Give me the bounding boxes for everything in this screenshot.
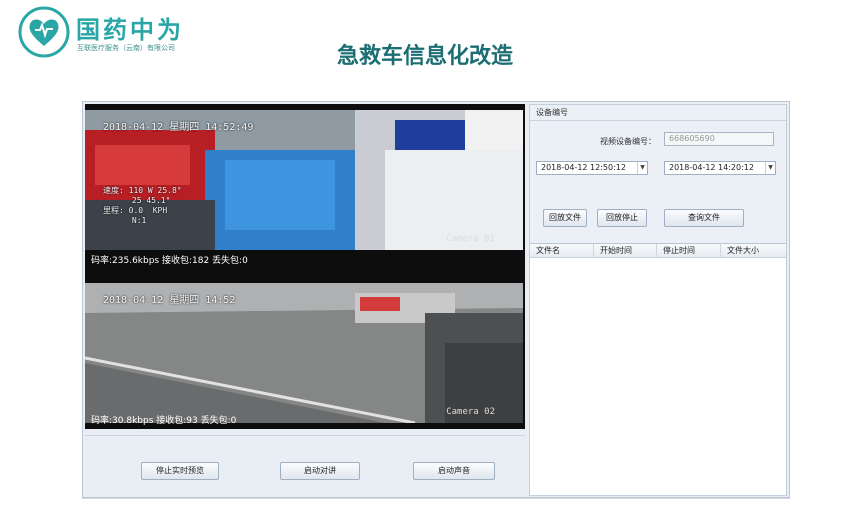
page-title: 急救车信息化改造 xyxy=(336,44,513,69)
file-table-header: 文件名 开始时间 停止时间 文件大小 xyxy=(530,244,786,258)
start-sound-button[interactable]: 启动声音 xyxy=(413,462,495,480)
playback-stop-button[interactable]: 回放停止 xyxy=(597,209,647,227)
camera-1-stats: 码率:235.6kbps 接收包:182 丢失包:0 xyxy=(91,256,248,266)
camera-1-feed[interactable]: 2018-04-12 星期四 14:52:49 速度: 110 W 25.8° … xyxy=(85,110,523,250)
camera-1-label: Camera 01 xyxy=(446,234,495,244)
file-table[interactable]: 文件名 开始时间 停止时间 文件大小 xyxy=(530,243,786,495)
start-time-value: 2018-04-12 12:50:12 xyxy=(541,163,626,172)
camera-2-stats: 码率:30.8kbps 接收包:93 丢失包:0 xyxy=(91,416,237,426)
end-time-value: 2018-04-12 14:20:12 xyxy=(669,163,754,172)
camera-1-timestamp: 2018-04-12 星期四 14:52:49 xyxy=(103,122,254,133)
camera-2-timestamp: 2018-04-12 星期四 14:52 xyxy=(103,295,236,306)
end-time-picker[interactable]: 2018-04-12 14:20:12 ▼ xyxy=(664,161,776,175)
stop-preview-button[interactable]: 停止实时预览 xyxy=(141,462,219,480)
query-files-button[interactable]: 查询文件 xyxy=(664,209,744,227)
video-area: 2018-04-12 星期四 14:52:49 速度: 110 W 25.8° … xyxy=(85,104,525,429)
divider xyxy=(82,498,790,499)
column-header-stop-time[interactable]: 停止时间 xyxy=(657,244,721,257)
playback-file-button[interactable]: 回放文件 xyxy=(543,209,587,227)
device-id-field[interactable]: 668605690 xyxy=(664,132,774,146)
chevron-down-icon[interactable]: ▼ xyxy=(765,162,775,174)
app-window: 2018-04-12 星期四 14:52:49 速度: 110 W 25.8° … xyxy=(82,101,790,498)
playback-panel: 设备编号 视频设备编号： 668605690 2018-04-12 12:50:… xyxy=(529,104,787,496)
device-id-label: 视频设备编号： xyxy=(600,137,656,146)
start-talk-button[interactable]: 启动对讲 xyxy=(280,462,360,480)
column-header-start-time[interactable]: 开始时间 xyxy=(594,244,657,257)
camera-1-speed-overlay: 速度: 110 W 25.8° 25 45.1° 里程: 0.0 KPH N:1 xyxy=(103,186,182,225)
column-header-filename[interactable]: 文件名 xyxy=(530,244,594,257)
chevron-down-icon[interactable]: ▼ xyxy=(637,162,647,174)
panel-header: 设备编号 xyxy=(530,105,786,121)
column-header-file-size[interactable]: 文件大小 xyxy=(721,244,786,257)
start-time-picker[interactable]: 2018-04-12 12:50:12 ▼ xyxy=(536,161,648,175)
camera-2-label: Camera 02 xyxy=(446,407,495,417)
video-controls-panel: 停止实时预览 启动对讲 启动声音 xyxy=(85,435,525,496)
camera-2-feed[interactable]: 2018-04-12 星期四 14:52 Camera 02 xyxy=(85,283,523,423)
